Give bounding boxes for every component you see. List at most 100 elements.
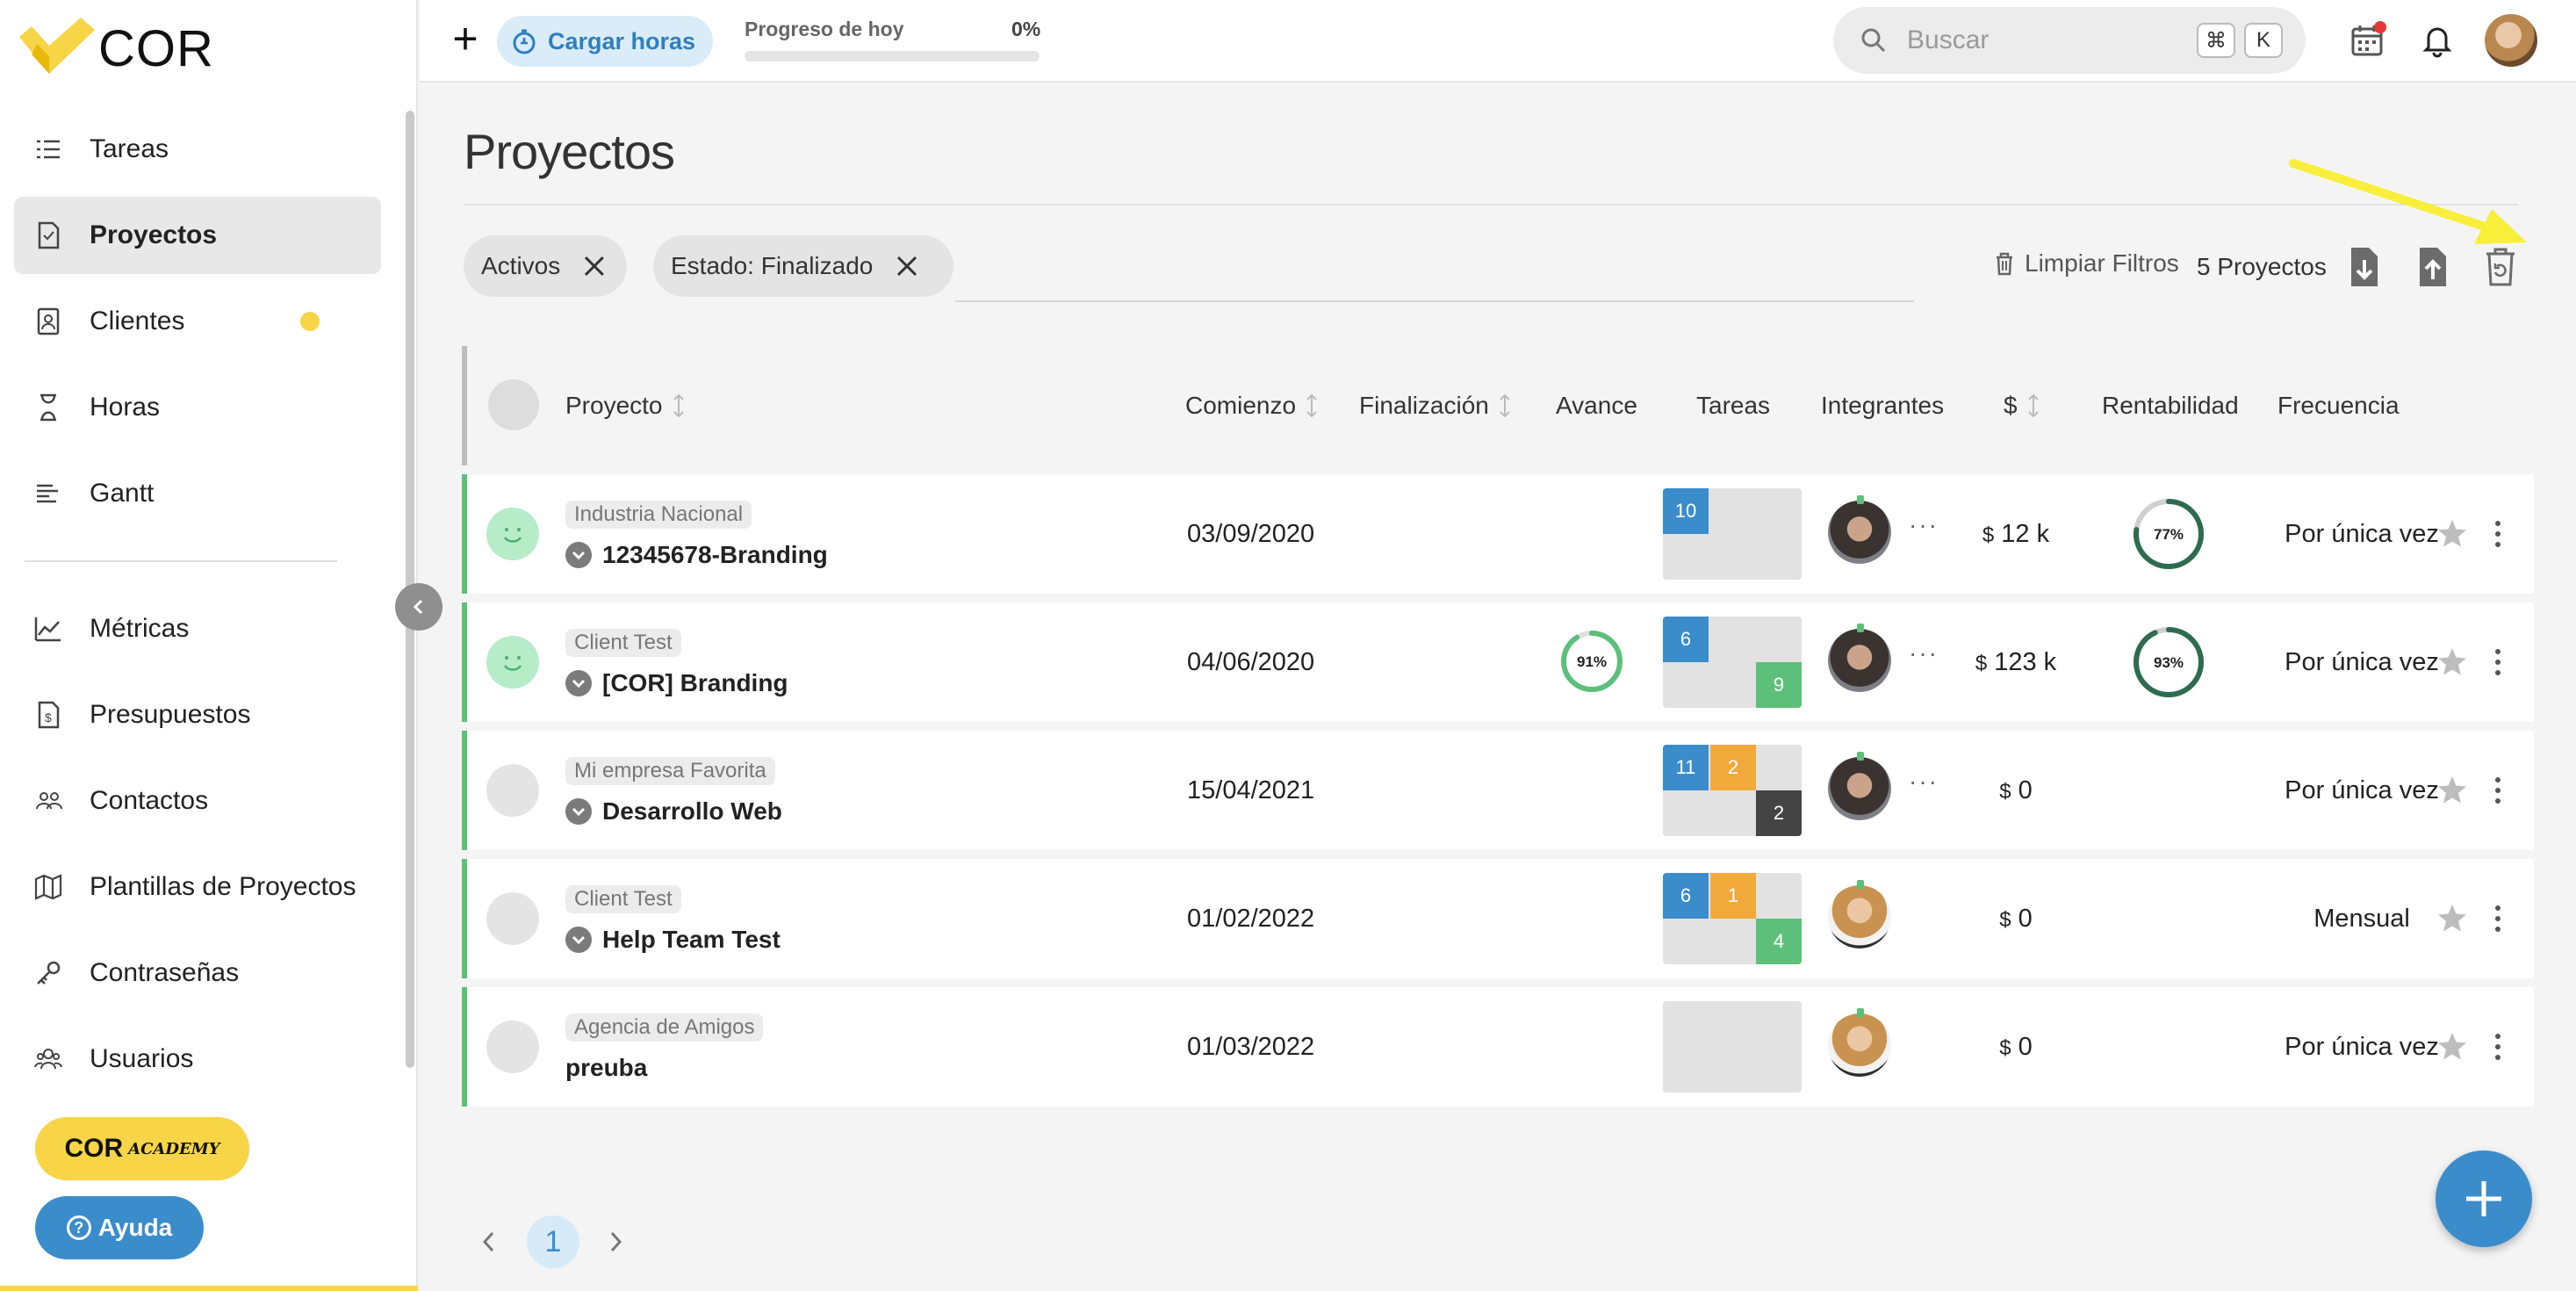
project-name[interactable]: Help Team Test [565,926,781,954]
sidebar-item-métricas[interactable]: Métricas [14,590,381,667]
task-count-blue: 6 [1663,873,1709,919]
project-status-icon[interactable] [486,636,539,689]
tasks-summary[interactable] [1663,1001,1802,1093]
member-avatar[interactable] [1828,501,1891,564]
budget-icon: $ [38,701,60,729]
star-icon[interactable] [2437,1031,2467,1061]
sidebar-item-contraseñas[interactable]: Contraseñas [14,934,381,1012]
sidebar-item-horas[interactable]: Horas [14,369,381,446]
restore-deleted-button[interactable] [2481,246,2520,288]
shortcut-key-k: K [2244,23,2283,58]
chevron-down-icon[interactable] [565,542,592,568]
more-options-icon[interactable] [2492,773,2504,808]
load-hours-button[interactable]: Cargar horas [497,16,713,67]
project-status-icon[interactable] [486,1021,539,1073]
project-name[interactable]: Desarrollo Web [565,797,782,826]
header-profitability: Rentabilidad [2102,392,2239,420]
sidebar-item-contactos[interactable]: Contactos [14,762,381,840]
sidebar-item-plantillas-de-proyectos[interactable]: Plantillas de Proyectos [14,848,381,926]
quick-add-button[interactable]: + [446,17,485,61]
header-project[interactable]: Proyecto [565,392,686,420]
search-icon [1861,28,1886,53]
client-tag: Mi empresa Favorita [565,757,775,785]
trash-icon [1997,252,2012,276]
star-icon[interactable] [2437,646,2467,676]
add-project-button[interactable] [2436,1150,2532,1247]
sidebar-item-gantt[interactable]: Gantt [14,455,381,532]
tasks-summary[interactable]: 11 2 2 [1663,745,1802,836]
upload-button[interactable] [2413,246,2451,288]
sidebar-item-clientes[interactable]: Clientes [14,283,381,360]
client-tag: Client Test [565,629,681,657]
star-icon[interactable] [2437,775,2467,804]
user-avatar[interactable] [2485,14,2537,67]
member-avatar[interactable] [1828,885,1891,948]
table-row[interactable]: Client Test Help Team Test 01/02/2022 6 1 4 $0… [462,859,2534,978]
member-avatar[interactable] [1828,1013,1891,1077]
collapse-sidebar-button[interactable] [395,583,443,631]
table-row[interactable]: Client Test [COR] Branding 04/06/2020 91% 6 9… [462,602,2534,722]
chevron-down-icon[interactable] [565,670,592,696]
tasks-summary[interactable]: 614 [1663,873,1802,964]
header-money[interactable]: $ [2004,392,2040,420]
member-avatar[interactable] [1828,757,1891,820]
sidebar-item-tareas[interactable]: Tareas [14,111,381,188]
start-date: 04/06/2020 [1187,648,1315,676]
notifications-button[interactable] [2420,23,2455,58]
more-members-icon[interactable]: ··· [1909,639,1939,667]
tasks-summary[interactable]: 69 [1663,617,1802,708]
project-name[interactable]: [COR] Branding [565,669,788,697]
more-options-icon[interactable] [2492,645,2504,680]
header-end[interactable]: Finalización [1359,392,1512,420]
chevron-down-icon[interactable] [565,927,592,953]
bell-icon [2422,27,2452,58]
sidebar: COR Tareas Proyectos Clientes Horas Gantt Mét… [0,0,418,1291]
close-icon[interactable] [581,253,608,279]
project-name[interactable]: 12345678-Branding [565,541,828,569]
tasks-summary[interactable]: 10 [1663,488,1802,580]
amount: 0 [2018,905,2033,933]
header-start[interactable]: Comienzo [1185,392,1319,420]
calendar-button[interactable] [2349,21,2386,58]
clear-filters-button[interactable]: Limpiar Filtros [1991,249,2179,278]
star-icon[interactable] [2437,518,2467,548]
sidebar-item-presupuestos[interactable]: $ Presupuestos [14,676,381,754]
more-members-icon[interactable]: ··· [1909,511,1939,539]
project-name-label: Desarrollo Web [602,797,782,825]
cor-academy-button[interactable]: COR ACADEMY [35,1117,249,1180]
pagination-next-button[interactable] [602,1226,629,1258]
project-status-icon[interactable] [486,508,539,560]
project-status-icon[interactable] [486,764,539,817]
select-all-checkbox[interactable] [488,379,539,430]
filter-input[interactable] [955,237,1914,302]
sidebar-item-proyectos[interactable]: Proyectos [14,197,381,274]
more-options-icon[interactable] [2492,901,2504,936]
currency-symbol: $ [1999,1036,2011,1060]
header-frequency: Frecuencia [2277,392,2400,420]
project-status-icon[interactable] [486,892,539,945]
logo-text: COR [98,19,214,77]
hourglass-icon [40,393,56,422]
help-button[interactable]: ? Ayuda [35,1196,204,1259]
header-progress: Avance [1556,392,1637,420]
more-members-icon[interactable]: ··· [1909,768,1939,796]
search-input[interactable] [1907,25,2179,55]
star-icon[interactable] [2437,903,2467,933]
member-avatar[interactable] [1828,629,1891,692]
close-icon[interactable] [894,253,920,279]
currency-symbol: $ [1975,652,1988,675]
pagination-current-page[interactable]: 1 [527,1215,579,1268]
cor-logo[interactable]: COR [19,18,214,79]
more-options-icon[interactable] [2492,516,2504,552]
chevron-down-icon[interactable] [565,798,592,825]
search-box[interactable]: ⌘ K [1833,7,2306,74]
download-button[interactable] [2344,246,2383,288]
table-row[interactable]: Agencia de Amigos preuba 01/03/2022 $0 Por ú… [462,987,2534,1107]
table-row[interactable]: Mi empresa Favorita Desarrollo Web 15/04/2… [462,731,2534,850]
more-options-icon[interactable] [2492,1029,2504,1064]
project-name[interactable]: preuba [565,1054,647,1082]
chevron-right-icon [610,1231,622,1252]
pagination-prev-button[interactable] [476,1226,502,1258]
sidebar-item-usuarios[interactable]: Usuarios [14,1021,381,1098]
table-row[interactable]: Industria Nacional 12345678-Branding 03/09… [462,474,2534,594]
